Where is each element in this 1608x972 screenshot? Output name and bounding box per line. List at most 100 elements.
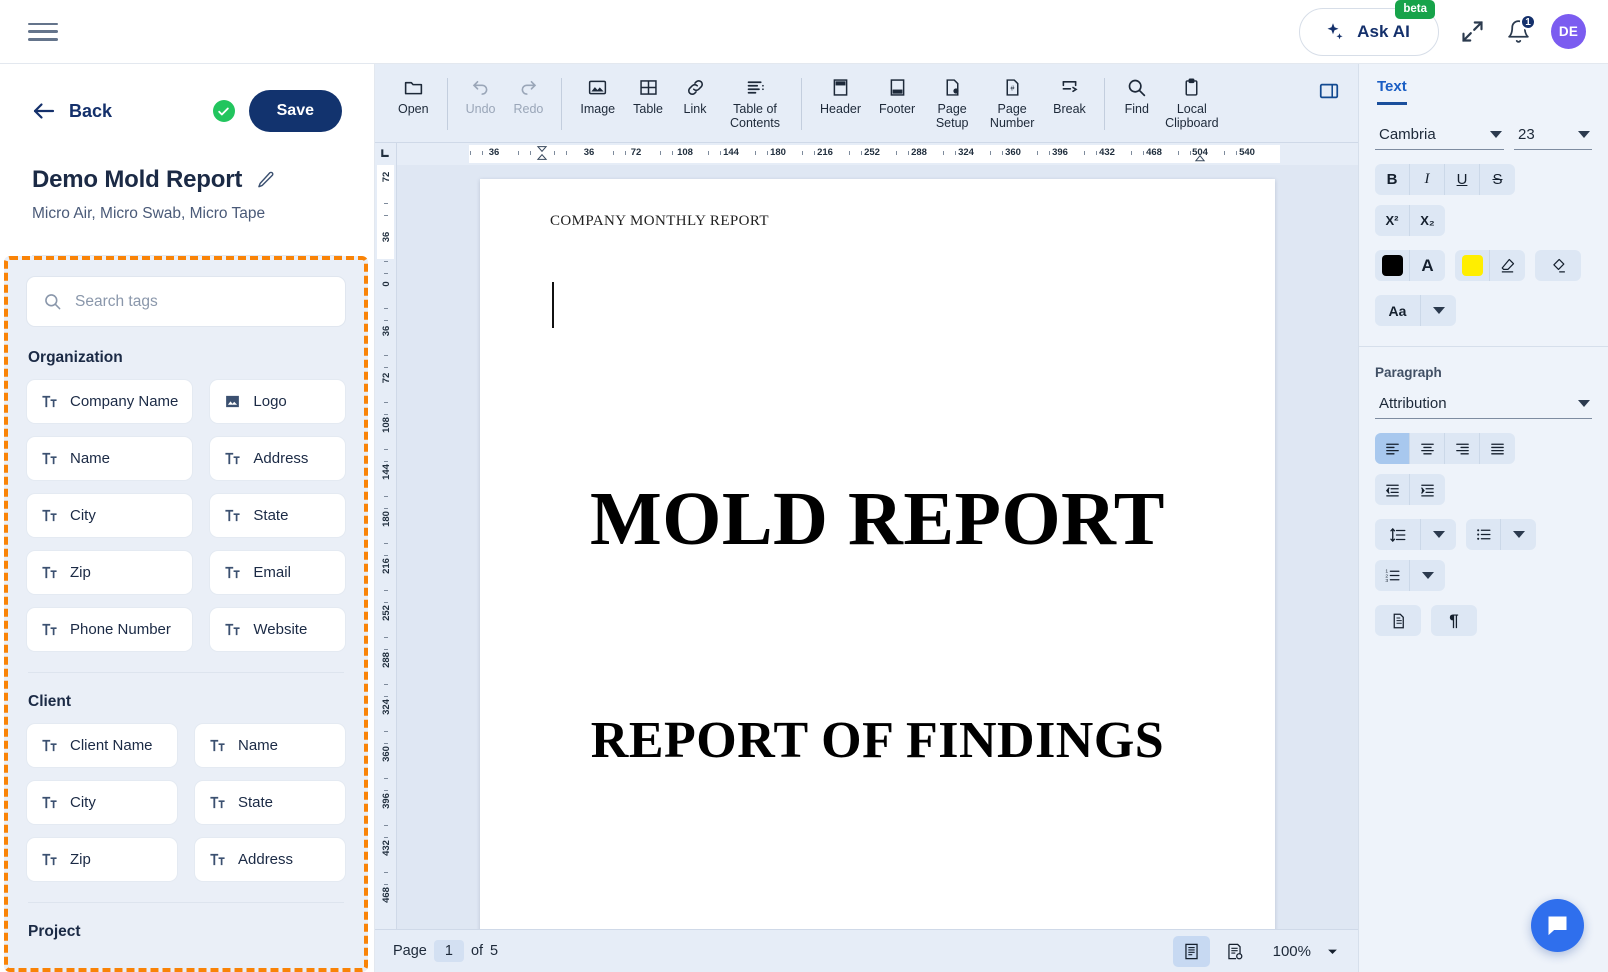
tag-chip-phone-number[interactable]: Phone Number <box>26 607 194 652</box>
line-spacing-dropdown[interactable] <box>1421 519 1456 550</box>
change-case-dropdown[interactable] <box>1421 295 1456 326</box>
tag-chip-client-zip[interactable]: Zip <box>26 837 178 882</box>
vruler-mark: 324 <box>381 698 392 715</box>
tag-chip-state[interactable]: State <box>209 493 346 538</box>
page-properties-button[interactable] <box>1375 605 1421 636</box>
pilcrow-button[interactable]: ¶ <box>1431 605 1477 636</box>
text-color-swatch[interactable] <box>1375 250 1410 281</box>
chevron-down-icon[interactable] <box>1325 944 1340 959</box>
draft-layout-icon <box>1227 943 1243 959</box>
line-spacing-button[interactable] <box>1375 519 1421 550</box>
toolbar-header-button[interactable]: Header <box>811 72 870 121</box>
page-header-icon <box>833 79 848 96</box>
toolbar-table-of-contents-button[interactable]: Table of Contents <box>718 72 792 136</box>
numbered-list-button[interactable]: 123 <box>1375 560 1410 591</box>
subscript-button[interactable]: X₂ <box>1410 205 1445 236</box>
ruler-mark: 72 <box>630 146 642 158</box>
toolbar-break-button[interactable]: Break <box>1044 72 1095 121</box>
tag-chip-website[interactable]: Website <box>209 607 346 652</box>
tag-chip-client-state[interactable]: State <box>194 780 346 825</box>
vertical-ruler[interactable]: 72 36 0 36 72 108 144 180 216 252 288 32… <box>375 164 397 929</box>
toolbar-page-number-button[interactable]: # Page Number <box>980 72 1044 136</box>
tag-chip-address[interactable]: Address <box>209 436 346 481</box>
change-case-button[interactable]: Aa <box>1375 295 1421 326</box>
numbered-list-dropdown[interactable] <box>1410 560 1445 591</box>
toolbar-page-setup-button[interactable]: Page Setup <box>924 72 980 136</box>
superscript-button[interactable]: X² <box>1375 205 1410 236</box>
case-group: Aa <box>1375 295 1456 326</box>
right-panel-toggle-icon[interactable] <box>1318 80 1340 102</box>
increase-indent-button[interactable] <box>1410 474 1445 505</box>
notifications-button[interactable]: 1 <box>1506 14 1536 44</box>
tag-chip-city[interactable]: City <box>26 493 194 538</box>
hamburger-menu-icon[interactable] <box>28 21 58 43</box>
bullet-list-group <box>1466 519 1536 550</box>
align-right-button[interactable] <box>1445 433 1480 464</box>
tag-chip-logo[interactable]: Logo <box>209 379 346 424</box>
toolbar-undo-button[interactable]: Undo <box>457 72 505 121</box>
page-number-input[interactable]: 1 <box>433 940 464 962</box>
tag-chip-name[interactable]: Name <box>26 436 194 481</box>
search-input[interactable] <box>75 292 329 311</box>
strikethrough-button[interactable]: S <box>1480 164 1515 195</box>
document-page[interactable]: COMPANY MONTHLY REPORT MOLD REPORT REPOR… <box>480 178 1275 929</box>
draft-layout-button[interactable] <box>1216 936 1253 967</box>
decrease-indent-button[interactable] <box>1375 474 1410 505</box>
tag-chip-zip[interactable]: Zip <box>26 550 194 595</box>
tag-group-separator <box>28 672 344 673</box>
right-indent-marker[interactable] <box>1194 152 1206 163</box>
avatar[interactable]: DE <box>1551 14 1586 49</box>
toolbar-table-button[interactable]: Table <box>624 72 672 121</box>
highlighter-button[interactable] <box>1490 250 1525 281</box>
toolbar-image-button[interactable]: Image <box>571 72 624 121</box>
align-left-button[interactable] <box>1375 433 1410 464</box>
align-justify-button[interactable] <box>1480 433 1515 464</box>
bullet-list-dropdown[interactable] <box>1501 519 1536 550</box>
save-button[interactable]: Save <box>248 90 342 132</box>
font-size-select[interactable]: 23 <box>1514 123 1592 150</box>
search-tags-box[interactable] <box>26 276 346 327</box>
align-center-button[interactable] <box>1410 433 1445 464</box>
vruler-mark: 72 <box>381 372 392 384</box>
font-family-select[interactable]: Cambria <box>1375 123 1504 150</box>
toolbar-open-button[interactable]: Open <box>389 72 438 121</box>
tag-chip-email[interactable]: Email <box>209 550 346 595</box>
fullscreen-button[interactable] <box>1459 18 1486 45</box>
toolbar-redo-button[interactable]: Redo <box>504 72 552 121</box>
tag-chip-client-city[interactable]: City <box>26 780 178 825</box>
toolbar-find-button[interactable]: Find <box>1114 72 1160 121</box>
bold-button[interactable]: B <box>1375 164 1410 195</box>
toolbar-label: Redo <box>513 102 544 116</box>
tag-chip-client-name[interactable]: Client Name <box>26 723 178 768</box>
chat-button[interactable] <box>1531 899 1584 952</box>
tag-label: Zip <box>70 564 91 581</box>
pencil-icon[interactable] <box>256 170 276 190</box>
zoom-level-label[interactable]: 100% <box>1273 943 1311 960</box>
list-buttons-row: 123 <box>1375 519 1592 591</box>
first-line-indent-marker[interactable] <box>536 145 548 161</box>
bullet-list-button[interactable] <box>1466 519 1501 550</box>
paragraph-style-select[interactable]: Attribution <box>1375 392 1592 419</box>
tag-chip-company-name[interactable]: Company Name <box>26 379 194 424</box>
highlight-color-swatch[interactable] <box>1455 250 1490 281</box>
toolbar-link-button[interactable]: Link <box>672 72 718 121</box>
toolbar-separator <box>1103 78 1105 130</box>
tag-chip-client-address[interactable]: Address <box>194 837 346 882</box>
tag-label: Name <box>70 450 111 467</box>
toolbar-footer-button[interactable]: Footer <box>870 72 924 121</box>
print-layout-button[interactable] <box>1172 935 1210 967</box>
horizontal-ruler[interactable]: 36 36 72 108 144 180 216 252 288 324 360… <box>397 142 1358 165</box>
ruler-corner-tab-stop[interactable] <box>375 142 397 165</box>
toolbar-label: Page Number <box>989 102 1035 131</box>
clear-formatting-button[interactable] <box>1535 250 1581 281</box>
toolbar-label: Link <box>683 102 707 116</box>
document-canvas[interactable]: COMPANY MONTHLY REPORT MOLD REPORT REPOR… <box>397 164 1358 929</box>
toolbar-local-clipboard-button[interactable]: Local Clipboard <box>1160 72 1224 136</box>
back-button[interactable]: Back <box>32 101 112 122</box>
font-color-button[interactable]: A <box>1410 250 1445 281</box>
tab-text[interactable]: Text <box>1377 78 1407 105</box>
italic-button[interactable]: I <box>1410 164 1445 195</box>
underline-button[interactable]: U <box>1445 164 1480 195</box>
ruler-mark: 144 <box>723 146 739 158</box>
tag-chip-client-contact-name[interactable]: Name <box>194 723 346 768</box>
